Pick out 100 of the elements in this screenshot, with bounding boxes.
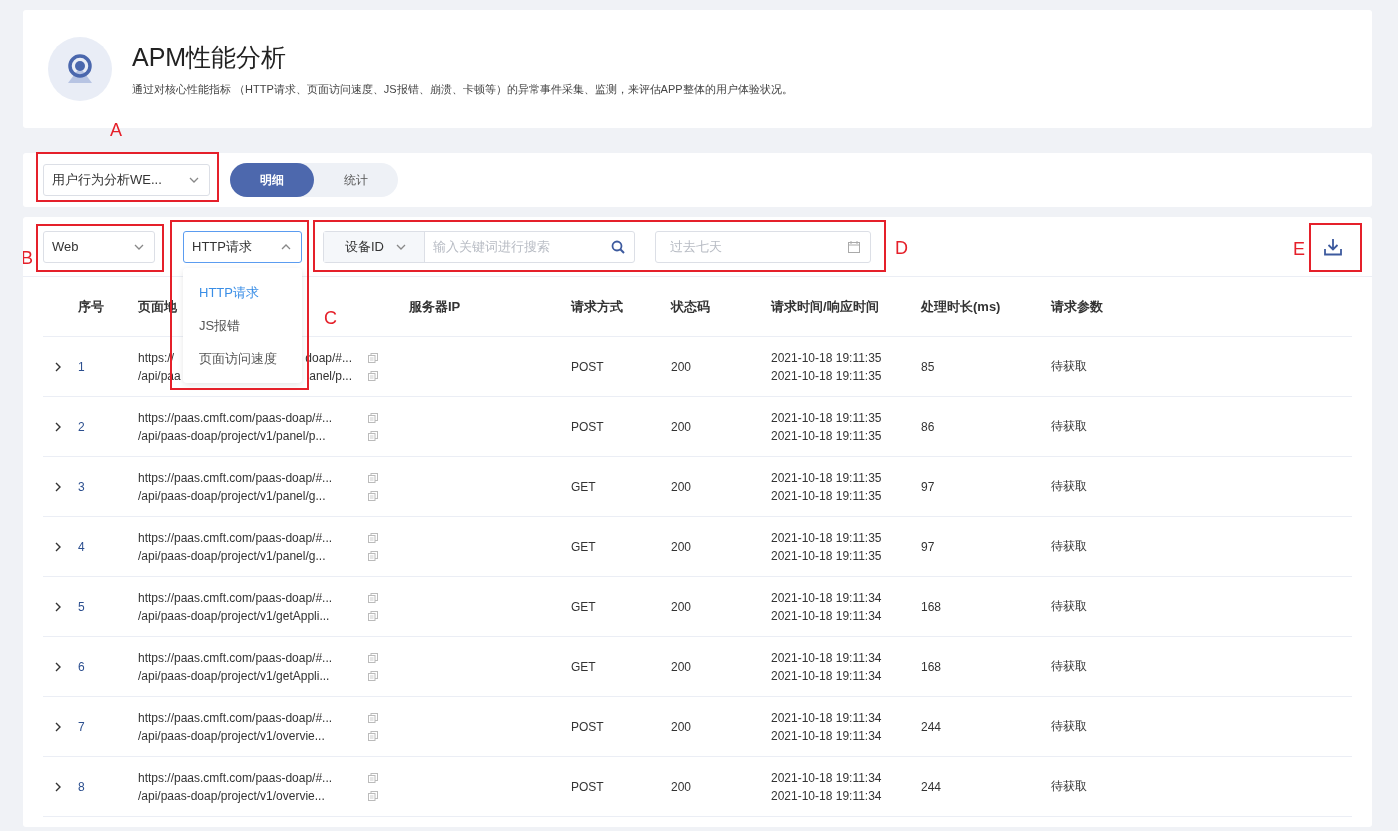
- chevron-down-icon: [134, 243, 144, 250]
- table-cell-text: 86: [921, 419, 936, 434]
- copy-icon: [368, 532, 378, 543]
- table-cell-text: POST: [571, 359, 605, 374]
- table-cell-text: 1: [78, 359, 86, 374]
- column-header: 序号: [78, 297, 105, 316]
- search-box[interactable]: 设备ID 输入关键词进行搜索: [323, 230, 635, 263]
- request-time: 2021-10-18 19:11:35: [771, 409, 883, 426]
- date-range-field[interactable]: 过去七天: [655, 230, 871, 263]
- table-cell-text: GET: [571, 479, 597, 494]
- column-header: 服务器IP: [409, 297, 462, 316]
- location-pin-icon: [48, 37, 112, 101]
- dropdown-option[interactable]: HTTP请求: [183, 275, 302, 309]
- request-time: 2021-10-18 19:11:35: [771, 349, 883, 366]
- copy-icon: [368, 550, 378, 561]
- response-time: 2021-10-18 19:11:34: [771, 787, 883, 804]
- chevron-down-icon: [189, 177, 199, 183]
- annotation-frame: [1309, 222, 1362, 272]
- table-cell-text: 168: [921, 599, 943, 614]
- request-time: 2021-10-18 19:11:35: [771, 529, 883, 546]
- column-header: 请求参数: [1051, 297, 1104, 316]
- table-cell-text: 待获取: [1051, 478, 1088, 495]
- api-path: /api/paas-doap/project/v1/overvie...: [138, 787, 325, 804]
- request-time: 2021-10-18 19:11:35: [771, 469, 883, 486]
- table-cell-text: 200: [671, 659, 693, 674]
- response-time: 2021-10-18 19:11:35: [771, 427, 883, 444]
- copy-icon: [368, 790, 378, 801]
- column-header: 请求方式: [571, 297, 624, 316]
- copy-icon: [368, 490, 378, 501]
- copy-icon: [368, 370, 378, 381]
- copy-icon: [368, 712, 378, 723]
- page-url: https://paas.cmft.com/paas-doap/#...: [138, 469, 333, 486]
- expand-icon: [55, 421, 61, 432]
- api-path: /api/paas-doap/project/v1/getAppli...: [138, 607, 330, 624]
- date-input[interactable]: 过去七天: [668, 238, 848, 255]
- table-cell-text: 待获取: [1051, 418, 1088, 435]
- app-select[interactable]: 用户行为分析WE...: [43, 164, 210, 196]
- annotation-letter: D: [895, 238, 908, 257]
- type-select[interactable]: HTTP请求: [183, 230, 302, 263]
- table-cell-text: 168: [921, 659, 943, 674]
- column-header: 处理时长(ms): [921, 297, 1002, 316]
- table-cell-text: POST: [571, 419, 605, 434]
- select-value: 设备ID: [345, 237, 384, 256]
- view-tab[interactable]: 统计: [314, 163, 398, 197]
- select-value: HTTP请求: [192, 237, 252, 256]
- table-cell-text: 待获取: [1051, 778, 1088, 795]
- table-cell-text: 85: [921, 359, 936, 374]
- page-url: https://paas.cmft.com/paas-doap/#...: [138, 529, 333, 546]
- copy-icon: [368, 472, 378, 483]
- copy-icon: [368, 352, 378, 363]
- api-path: /api/paas-doap/project/v1/panel/g...: [138, 487, 326, 504]
- table-cell-text: 待获取: [1051, 658, 1088, 675]
- dropdown-option[interactable]: 页面访问速度: [183, 341, 302, 375]
- table-cell-text: 6: [78, 659, 86, 674]
- table-cell-text: 8: [78, 779, 86, 794]
- copy-icon: [368, 772, 378, 783]
- calendar-icon: [848, 240, 860, 253]
- table-cell-text: POST: [571, 719, 605, 734]
- chevron-down-icon: [396, 243, 406, 250]
- table-cell-text: 200: [671, 479, 693, 494]
- table-cell-text: 200: [671, 599, 693, 614]
- annotation-letter: E: [1293, 239, 1305, 258]
- page-url: https://paas.cmft.com/paas-doap/#...: [138, 589, 333, 606]
- expand-icon: [55, 601, 61, 612]
- expand-icon: [55, 361, 61, 372]
- api-path: /api/paas-doap/project/v1/panel/p...: [138, 427, 326, 444]
- dropdown-option[interactable]: JS报错: [183, 308, 302, 342]
- copy-icon: [368, 610, 378, 621]
- search-field[interactable]: 输入关键词进行搜索: [425, 239, 611, 254]
- table-cell-text: 待获取: [1051, 358, 1088, 375]
- download-icon: [1323, 236, 1343, 257]
- expand-icon: [55, 781, 61, 792]
- page-title: APM性能分析: [132, 42, 288, 73]
- view-tab[interactable]: 明细: [230, 163, 314, 197]
- platform-select[interactable]: Web: [43, 230, 155, 263]
- request-time: 2021-10-18 19:11:34: [771, 709, 883, 726]
- chevron-up-icon: [281, 243, 291, 250]
- response-time: 2021-10-18 19:11:35: [771, 487, 883, 504]
- table-cell-text: 200: [671, 419, 693, 434]
- request-time: 2021-10-18 19:11:34: [771, 649, 883, 666]
- response-time: 2021-10-18 19:11:34: [771, 727, 883, 744]
- table-cell-text: 97: [921, 479, 936, 494]
- api-path: anel/p...: [309, 367, 352, 384]
- api-path: /api/paas-doap/project/v1/panel/g...: [138, 547, 326, 564]
- page-url: https://paas.cmft.com/paas-doap/#...: [138, 769, 333, 786]
- field-select[interactable]: 设备ID: [324, 231, 425, 262]
- select-value: Web: [52, 239, 79, 254]
- table-cell-text: 5: [78, 599, 86, 614]
- table-cell-text: GET: [571, 599, 597, 614]
- table-cell-text: 4: [78, 539, 86, 554]
- page-url: https://paas.cmft.com/paas-doap/#...: [138, 409, 333, 426]
- api-path: /api/paas-doap/project/v1/overvie...: [138, 727, 325, 744]
- copy-icon: [368, 652, 378, 663]
- response-time: 2021-10-18 19:11:35: [771, 547, 883, 564]
- table-cell-text: 200: [671, 779, 693, 794]
- table-cell-text: POST: [571, 779, 605, 794]
- response-time: 2021-10-18 19:11:34: [771, 607, 883, 624]
- table-cell-text: 2: [78, 419, 86, 434]
- table-cell-text: 待获取: [1051, 718, 1088, 735]
- page-url: https://paas.cmft.com/paas-doap/#...: [138, 649, 333, 666]
